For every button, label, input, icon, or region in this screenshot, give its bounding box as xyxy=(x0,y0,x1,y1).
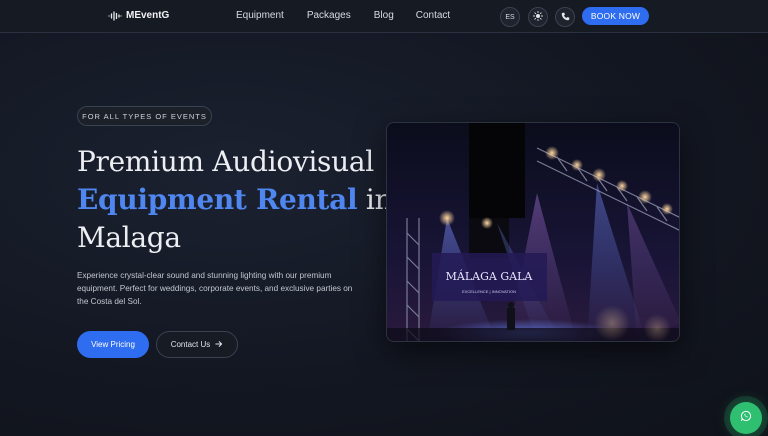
nav-item-equipment[interactable]: Equipment xyxy=(236,10,284,21)
theme-toggle[interactable] xyxy=(528,7,548,27)
phone-icon xyxy=(561,12,570,23)
brand-name: MEventG xyxy=(126,10,170,21)
screen-subtitle: EXCELLENCE | INNOVATION xyxy=(462,289,516,294)
main-nav: Equipment Packages Blog Contact xyxy=(236,10,450,21)
phone-button[interactable] xyxy=(555,7,575,27)
event-stage-image: MÁLAGA GALA EXCELLENCE | INNOVATION xyxy=(386,122,680,342)
sound-wave-icon xyxy=(108,10,122,21)
nav-item-packages[interactable]: Packages xyxy=(307,10,351,21)
sun-icon xyxy=(533,11,543,23)
events-badge: FOR ALL TYPES OF EVENTS xyxy=(77,106,212,126)
nav-item-blog[interactable]: Blog xyxy=(374,10,394,21)
view-pricing-button[interactable]: View Pricing xyxy=(77,331,149,358)
whatsapp-icon xyxy=(740,409,752,427)
brand-logo[interactable]: MEventG xyxy=(108,10,169,21)
top-navbar: MEventG Equipment Packages Blog Contact … xyxy=(0,0,768,33)
hero-title-accent: Equipment Rental xyxy=(77,183,358,216)
arrow-right-icon xyxy=(215,340,223,350)
contact-us-button[interactable]: Contact Us xyxy=(156,331,238,358)
hero-title-line1: Premium Audiovisual xyxy=(77,145,374,178)
hero-description: Experience crystal-clear sound and stunn… xyxy=(77,271,353,307)
language-toggle[interactable]: ES xyxy=(500,7,520,27)
whatsapp-chat-button[interactable] xyxy=(730,402,762,434)
contact-us-label: Contact Us xyxy=(170,340,211,349)
screen-title: MÁLAGA GALA xyxy=(446,269,534,283)
nav-item-contact[interactable]: Contact xyxy=(416,10,450,21)
hero-title-line3: Malaga xyxy=(77,221,181,254)
hero-title: Premium Audiovisual Equipment Rental in … xyxy=(77,143,397,257)
book-now-button[interactable]: BOOK NOW xyxy=(582,7,649,25)
